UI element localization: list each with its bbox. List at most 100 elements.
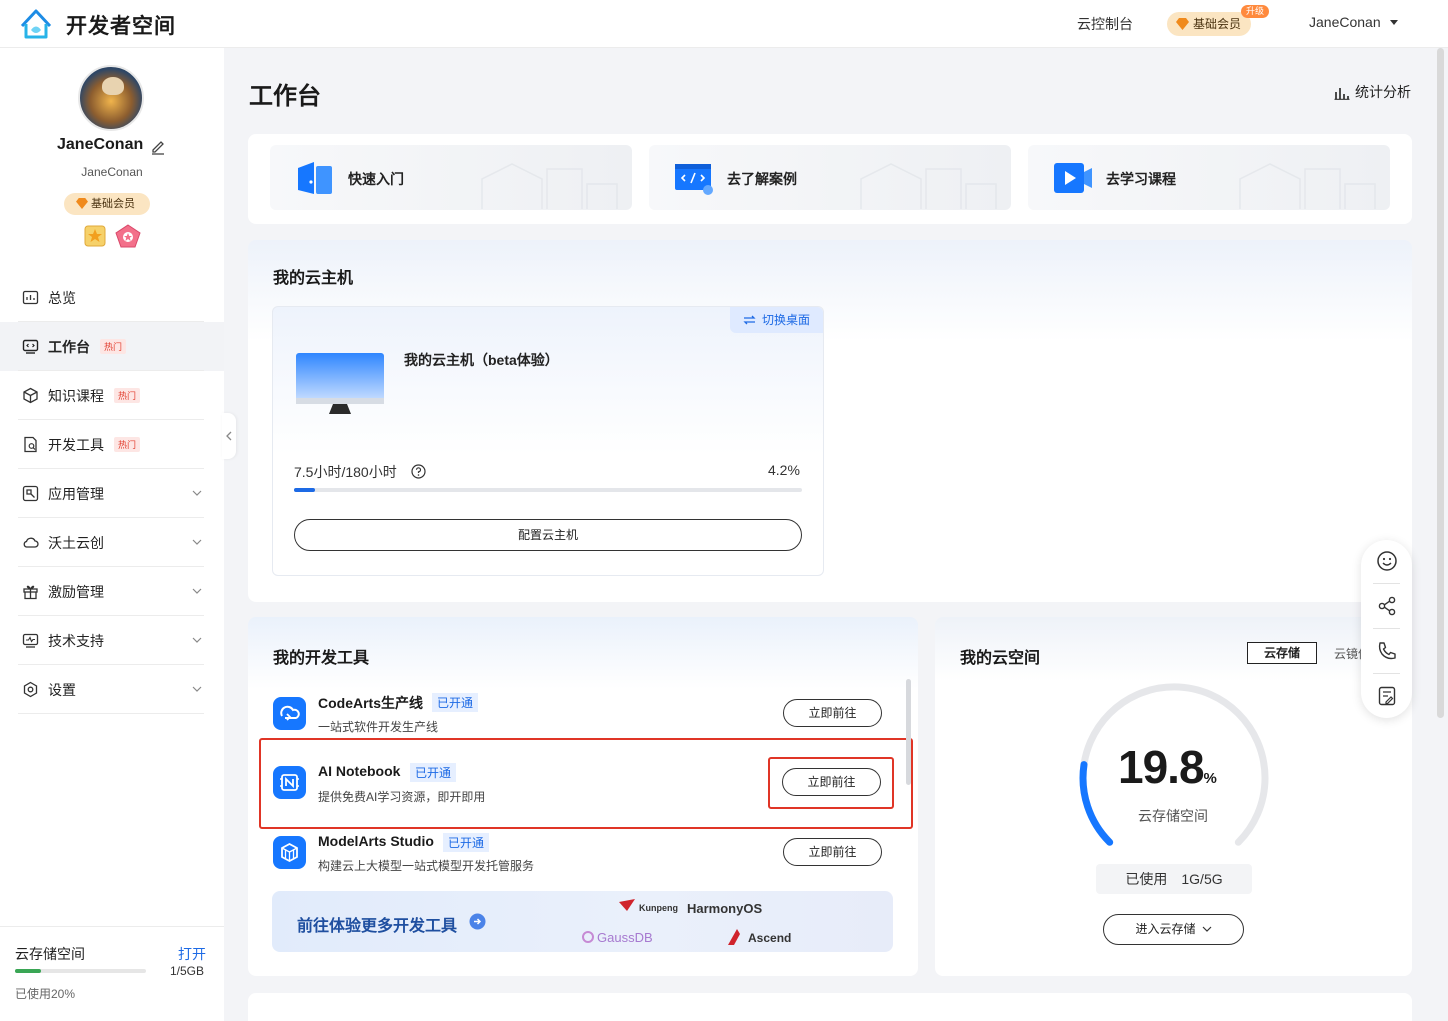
- feedback-icon[interactable]: [1376, 685, 1398, 707]
- sidebar-item-label: 知识课程: [48, 387, 104, 404]
- tool-desc: 一站式软件开发生产线: [318, 720, 439, 734]
- quick-card-label: 去学习课程: [1106, 171, 1176, 187]
- quick-card-cases[interactable]: 去了解案例: [649, 145, 1011, 210]
- sidebar-collapse-toggle[interactable]: [222, 413, 236, 459]
- vm-usage-fill: [294, 488, 316, 492]
- building-illustration-icon: [860, 163, 997, 209]
- quick-card-getting-started[interactable]: 快速入门: [270, 145, 632, 210]
- tool-name-modelarts[interactable]: ModelArts Studio: [318, 833, 434, 849]
- sidebar-member-badge[interactable]: 基础会员: [64, 193, 150, 215]
- member-badge-label: 基础会员: [1193, 17, 1242, 31]
- gauge-unit: %: [1203, 770, 1217, 787]
- sidebar-item-label: 应用管理: [48, 485, 104, 502]
- cloud-icon: [23, 537, 39, 548]
- chevron-left-icon: [226, 431, 232, 441]
- storage-open-link[interactable]: 打开: [178, 944, 206, 964]
- tools-scrollbar[interactable]: [906, 679, 911, 785]
- arrow-right-circle-icon[interactable]: [469, 913, 486, 930]
- sidebar-item-courses[interactable]: 知识课程 热门: [0, 371, 224, 420]
- stats-analysis-link[interactable]: 统计分析: [1334, 82, 1411, 102]
- share-icon[interactable]: [1376, 595, 1398, 617]
- smiley-icon[interactable]: [1376, 550, 1398, 572]
- floating-action-bar: [1361, 540, 1412, 718]
- brand-harmonyos: HarmonyOS: [687, 901, 763, 916]
- used-label: 已使用: [1125, 871, 1168, 887]
- sidebar-item-wotu[interactable]: 沃土云创: [0, 518, 224, 567]
- hot-tag: 热门: [114, 388, 141, 403]
- switch-desktop-button[interactable]: 切换桌面: [730, 307, 823, 333]
- hot-tag: 热门: [100, 339, 127, 354]
- sidebar-nav: 总览 工作台 热门 知识课程 热门 开发工具 热门 应用管理 沃土云创 激励管理…: [0, 273, 224, 714]
- sidebar-item-dev-tools[interactable]: 开发工具 热门: [0, 420, 224, 469]
- upgrade-tag[interactable]: 升级: [1241, 5, 1270, 18]
- page-title: 工作台: [249, 83, 321, 110]
- edit-icon[interactable]: [150, 139, 166, 155]
- medal-badge-icon[interactable]: [115, 224, 141, 248]
- profile-subtitle: JaneConan: [81, 165, 143, 179]
- codearts-icon: [273, 697, 306, 730]
- gauge-number: 19.8: [1118, 741, 1205, 793]
- building-illustration-icon: [1239, 163, 1376, 209]
- storage-title: 云存储空间: [15, 946, 85, 962]
- quick-card-courses[interactable]: 去学习课程: [1028, 145, 1390, 210]
- sidebar-item-label: 设置: [48, 681, 76, 698]
- enter-cloud-storage-button[interactable]: 进入云存储: [1103, 914, 1244, 945]
- logo-icon[interactable]: [18, 6, 54, 42]
- tab-cloud-storage[interactable]: 云存储: [1247, 642, 1317, 664]
- sidebar-item-incentives[interactable]: 激励管理: [0, 567, 224, 616]
- app-title[interactable]: 开发者空间: [66, 10, 176, 40]
- ascend-logo-icon: [728, 929, 740, 945]
- switch-desktop-label: 切换桌面: [762, 313, 811, 327]
- sidebar-item-label: 技术支持: [48, 632, 104, 649]
- caret-down-icon: [1389, 20, 1398, 25]
- star-badge-icon[interactable]: [84, 225, 106, 247]
- vm-usage-percent: 4.2%: [768, 462, 800, 478]
- sidebar: JaneConan JaneConan 基础会员 总览 工作台 热门 知识课程 …: [0, 48, 224, 1021]
- brand-ascend: Ascend: [748, 931, 792, 945]
- divider: [1373, 673, 1400, 674]
- gauge-value: 19.8%: [1118, 740, 1217, 794]
- tool-status-tag: 已开通: [443, 833, 490, 852]
- brand-gaussdb: GaussDB: [597, 930, 653, 945]
- building-illustration-icon: [481, 163, 618, 209]
- gear-icon: [23, 681, 38, 698]
- user-menu[interactable]: JaneConan: [1309, 14, 1398, 30]
- storage-progress-fill: [15, 969, 42, 973]
- member-badge[interactable]: 基础会员: [1167, 12, 1251, 36]
- chevron-down-icon: [192, 686, 202, 692]
- app-grid-icon: [22, 485, 39, 502]
- sidebar-item-app-management[interactable]: 应用管理: [0, 469, 224, 518]
- quick-card-label: 去了解案例: [727, 171, 797, 187]
- monitor-pulse-icon: [22, 633, 39, 648]
- sidebar-item-settings[interactable]: 设置: [0, 665, 224, 714]
- go-button-modelarts[interactable]: 立即前往: [783, 838, 882, 866]
- sidebar-item-workbench[interactable]: 工作台 热门: [0, 322, 224, 371]
- user-name: JaneConan: [1309, 14, 1381, 30]
- more-tools-label[interactable]: 前往体验更多开发工具: [297, 912, 457, 936]
- sidebar-item-overview[interactable]: 总览: [0, 273, 224, 322]
- tool-status-tag: 已开通: [432, 693, 479, 712]
- console-link[interactable]: 云控制台: [1077, 14, 1133, 34]
- sidebar-item-tech-support[interactable]: 技术支持: [0, 616, 224, 665]
- page-scrollbar[interactable]: [1437, 48, 1444, 718]
- stats-label: 统计分析: [1355, 84, 1411, 100]
- brand-kunpeng: Kunpeng: [639, 903, 678, 913]
- tool-name-codearts[interactable]: CodeArts生产线: [318, 693, 423, 713]
- kunpeng-logo-icon: [619, 899, 635, 911]
- quick-start-panel: 快速入门 去了解案例 去学习课程: [248, 134, 1412, 224]
- phone-icon[interactable]: [1376, 640, 1398, 662]
- quick-card-label: 快速入门: [348, 171, 404, 187]
- chevron-down-icon: [192, 588, 202, 594]
- enter-cloud-storage-label: 进入云存储: [1135, 922, 1196, 936]
- cube-icon: [23, 387, 38, 404]
- go-button-codearts[interactable]: 立即前往: [783, 699, 882, 727]
- book-door-icon: [298, 162, 332, 194]
- storage-progress-bar: [15, 969, 146, 973]
- chevron-down-icon: [1202, 926, 1211, 932]
- avatar[interactable]: [78, 65, 144, 131]
- divider: [1373, 583, 1400, 584]
- sidebar-item-label: 开发工具: [48, 436, 104, 453]
- document-search-icon: [24, 436, 37, 453]
- help-icon[interactable]: [411, 464, 426, 479]
- configure-vm-button[interactable]: 配置云主机: [294, 519, 802, 551]
